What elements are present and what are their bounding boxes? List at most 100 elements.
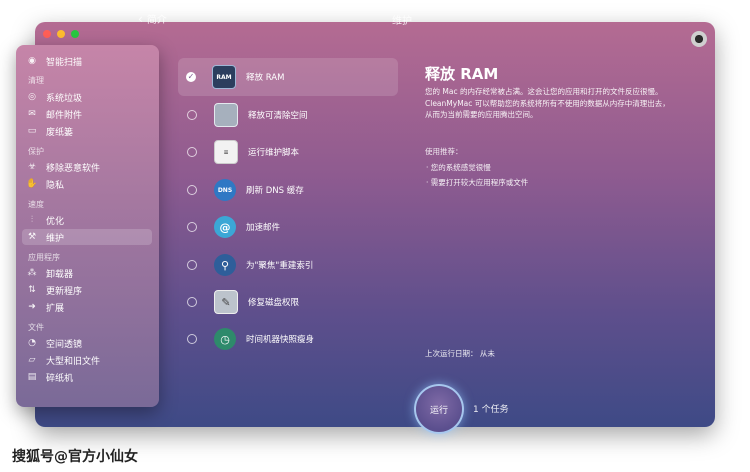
system-junk-icon: ◎	[28, 92, 36, 102]
sidebar-item-smart-scan[interactable]: ◉ 智能扫描	[22, 53, 152, 69]
updater-icon: ⇅	[28, 285, 36, 295]
sidebar-header-applications: 应用程序	[28, 253, 60, 262]
window-controls	[43, 30, 79, 38]
sidebar-item-label: 更新程序	[46, 286, 83, 297]
trash-icon: ▭	[27, 126, 37, 136]
sidebar-item-label: 扩展	[46, 303, 65, 314]
sidebar-item-extensions[interactable]: ➜ 扩展	[22, 299, 152, 315]
sidebar-item-label: 大型和旧文件	[46, 356, 101, 367]
recommendation-item: · 您的系统感觉很慢	[426, 163, 491, 172]
back-button-label: 简介	[146, 15, 167, 26]
sidebar-item-label: 废纸篓	[46, 127, 74, 138]
sidebar-item-shredder[interactable]: ▤ 碎纸机	[22, 369, 152, 385]
task-label: 加速邮件	[246, 223, 281, 233]
task-checkbox[interactable]	[187, 110, 197, 120]
sidebar-item-trash[interactable]: ▭ 废纸篓	[22, 123, 152, 139]
time-machine-icon: ◷	[214, 328, 236, 350]
recommendation-item: · 需要打开较大应用程序或文件	[426, 178, 529, 187]
uninstaller-icon: ⁂	[27, 268, 37, 278]
chevron-left-icon: ‹	[138, 11, 143, 26]
task-label: 时间机器快照瘦身	[246, 335, 315, 345]
sidebar-item-updater[interactable]: ⇅ 更新程序	[22, 282, 152, 298]
task-repair-disk-permissions[interactable]: ✎ 修复磁盘权限	[178, 284, 398, 320]
ram-icon: RAM	[212, 65, 236, 89]
task-run-maintenance-scripts[interactable]: ≡ 运行维护脚本	[178, 134, 398, 170]
spotlight-icon: ⚲	[214, 254, 236, 276]
task-checkbox[interactable]	[187, 334, 197, 344]
wrench-icon: ⚒	[27, 232, 37, 242]
mail-icon: ✉	[28, 109, 36, 119]
task-label: 运行维护脚本	[248, 148, 300, 158]
zoom-window-button[interactable]	[71, 30, 79, 38]
task-free-up-ram[interactable]: ✓ RAM 释放 RAM	[178, 58, 398, 96]
extensions-icon: ➜	[28, 302, 36, 312]
shredder-icon: ▤	[27, 372, 37, 382]
task-label: 修复磁盘权限	[248, 298, 300, 308]
run-button[interactable]: 运行	[414, 384, 464, 434]
script-icon: ≡	[214, 140, 238, 164]
sidebar-item-label: 系统垃圾	[46, 93, 83, 104]
detail-description: 您的 Mac 的内存经常被占满。这会让您的应用和打开的文件反应很慢。 Clean…	[425, 86, 697, 121]
last-run-date: 上次运行日期： 从未	[425, 349, 495, 358]
dns-icon: DNS	[214, 179, 236, 201]
permissions-icon: ✎	[214, 290, 238, 314]
detail-description-line: CleanMyMac 可以帮助您的系统将所有不使用的数据从内存中清理出去，	[425, 98, 670, 108]
task-checkbox[interactable]	[187, 260, 197, 270]
detail-description-line: 您的 Mac 的内存经常被占满。这会让您的应用和打开的文件反应很慢。	[425, 87, 663, 96]
task-flush-dns-cache[interactable]: DNS 刷新 DNS 缓存	[178, 172, 398, 208]
mail-speed-icon: @	[214, 216, 236, 238]
task-checkbox[interactable]	[187, 222, 197, 232]
task-checkbox[interactable]	[187, 147, 197, 157]
sidebar-item-malware-removal[interactable]: ☣ 移除恶意软件	[22, 159, 152, 175]
sidebar-header-cleanup: 清理	[28, 76, 44, 85]
sidebar-item-label: 维护	[46, 233, 65, 244]
assistant-icon[interactable]	[691, 31, 707, 47]
disk-icon	[214, 103, 238, 127]
hand-icon: ✋	[26, 179, 38, 189]
sidebar-item-mail-attachments[interactable]: ✉ 邮件附件	[22, 106, 152, 122]
task-reindex-spotlight[interactable]: ⚲ 为"聚焦"重建索引	[178, 247, 398, 283]
sidebar-item-large-old-files[interactable]: ▱ 大型和旧文件	[22, 352, 152, 368]
sidebar-item-privacy[interactable]: ✋ 隐私	[22, 176, 152, 192]
task-checkbox[interactable]	[187, 297, 197, 307]
folder-icon: ▱	[28, 355, 36, 365]
sidebar-item-uninstaller[interactable]: ⁂ 卸载器	[22, 265, 152, 281]
checkmark-icon[interactable]: ✓	[186, 72, 196, 82]
sidebar-item-label: 优化	[46, 216, 65, 227]
task-free-purgeable-space[interactable]: 释放可清除空间	[178, 97, 398, 133]
task-label: 释放可清除空间	[248, 111, 308, 121]
sliders-icon: ⫶	[30, 215, 34, 225]
sidebar-item-label: 隐私	[46, 180, 65, 191]
sidebar-header-files: 文件	[28, 323, 44, 332]
task-label: 释放 RAM	[246, 73, 285, 83]
task-label: 刷新 DNS 缓存	[246, 186, 304, 196]
sidebar-item-optimization[interactable]: ⫶ 优化	[22, 212, 152, 228]
close-window-button[interactable]	[43, 30, 51, 38]
sidebar-item-label: 卸载器	[46, 269, 74, 280]
sidebar-item-label: 智能扫描	[46, 57, 83, 68]
sidebar-header-speed: 速度	[28, 200, 44, 209]
task-speed-up-mail[interactable]: @ 加速邮件	[178, 209, 398, 245]
sidebar-item-space-lens[interactable]: ◔ 空间透镜	[22, 335, 152, 351]
task-label: 为"聚焦"重建索引	[246, 261, 314, 271]
watermark: 搜狐号@官方小仙女	[12, 449, 138, 465]
minimize-window-button[interactable]	[57, 30, 65, 38]
task-count: 1 个任务	[473, 405, 509, 415]
sidebar-item-label: 空间透镜	[46, 339, 83, 350]
task-thin-time-machine-snapshots[interactable]: ◷ 时间机器快照瘦身	[178, 321, 398, 357]
sidebar-item-maintenance[interactable]: ⚒ 维护	[22, 229, 152, 245]
sidebar-header-protection: 保护	[28, 147, 44, 156]
sidebar-item-label: 碎纸机	[46, 373, 74, 384]
recommendation-title: 使用推荐：	[425, 147, 463, 156]
sidebar-item-label: 邮件附件	[46, 110, 83, 121]
detail-title: 释放 RAM	[425, 65, 499, 83]
sidebar-item-label: 移除恶意软件	[46, 163, 101, 174]
space-lens-icon: ◔	[28, 338, 36, 348]
task-checkbox[interactable]	[187, 185, 197, 195]
section-title: 维护	[392, 16, 412, 27]
smart-scan-icon: ◉	[28, 56, 36, 66]
detail-description-line: 从而为当前需要的应用腾出空间。	[425, 110, 538, 119]
sidebar-item-system-junk[interactable]: ◎ 系统垃圾	[22, 89, 152, 105]
back-button[interactable]: ‹ 简介	[138, 11, 167, 27]
biohazard-icon: ☣	[27, 162, 37, 172]
